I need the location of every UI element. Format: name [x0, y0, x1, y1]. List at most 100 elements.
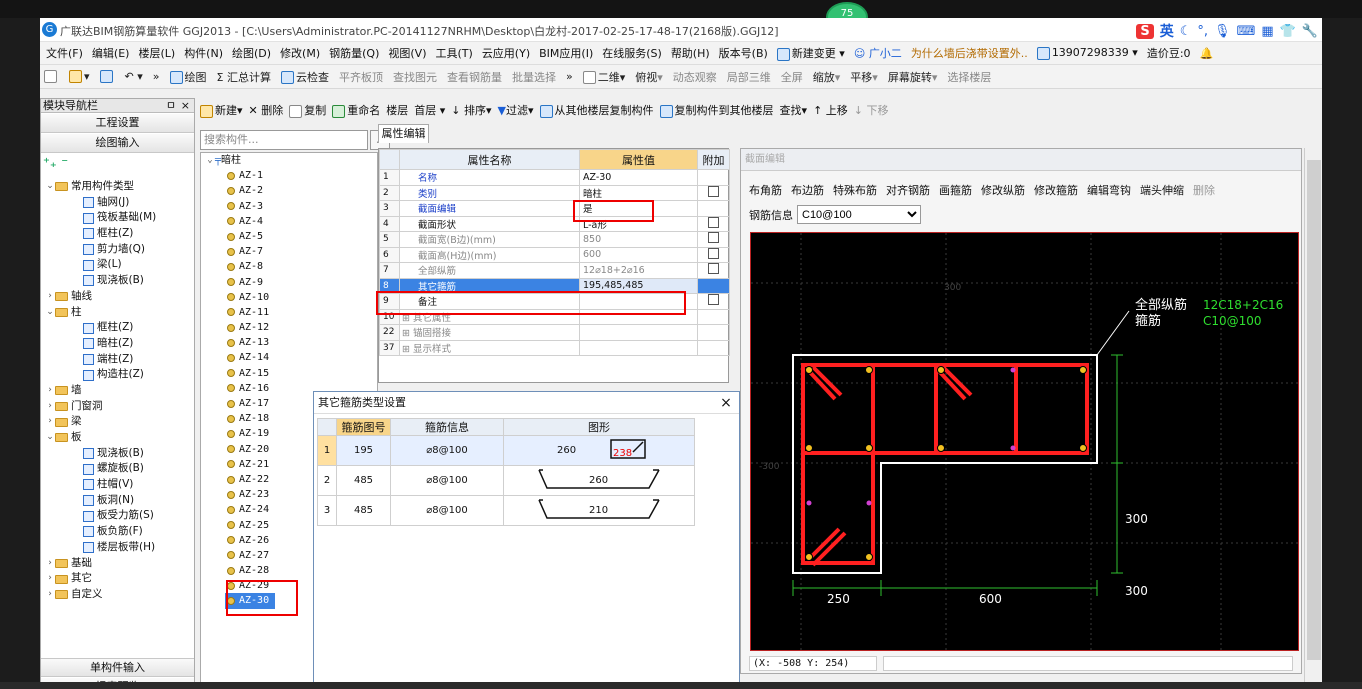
menu-floor[interactable]: 楼层(L): [138, 45, 175, 61]
component-item[interactable]: AZ-13: [201, 335, 377, 350]
menu-draw[interactable]: 绘图(D): [232, 45, 271, 61]
modify-stirrup-button[interactable]: 修改箍筋: [1034, 182, 1078, 198]
rotate-button[interactable]: 屏幕旋转▾: [888, 69, 938, 85]
component-item[interactable]: AZ-2: [201, 183, 377, 198]
menu-bim[interactable]: BIM应用(I): [539, 45, 593, 61]
nav-tree-item[interactable]: › 基础: [45, 556, 193, 572]
menu-version[interactable]: 版本号(B): [719, 45, 768, 61]
expand-icon[interactable]: ›: [45, 556, 55, 572]
modify-long-rebar-button[interactable]: 修改纵筋: [981, 182, 1025, 198]
ime-lang[interactable]: 英: [1160, 21, 1174, 41]
stirrup-code[interactable]: 485: [336, 465, 391, 496]
menu-modify[interactable]: 修改(M): [280, 45, 320, 61]
scroll-thumb[interactable]: [1307, 160, 1321, 660]
draw-stirrup-button[interactable]: 画箍筋: [939, 182, 972, 198]
open-file-icon[interactable]: ▾: [69, 70, 90, 84]
property-value[interactable]: 暗柱: [579, 184, 698, 201]
collapse-icon[interactable]: ⌄: [45, 430, 55, 446]
property-value[interactable]: 600: [579, 246, 698, 263]
extra-checkbox[interactable]: [708, 247, 719, 259]
nav-tree-item[interactable]: 轴网(J): [45, 195, 193, 211]
nav-tree-item[interactable]: 梁(L): [45, 257, 193, 273]
local-3d-button[interactable]: 局部三维: [727, 69, 771, 85]
expand-icon[interactable]: ›: [45, 587, 55, 603]
component-item[interactable]: AZ-10: [201, 290, 377, 305]
draw-input-button[interactable]: 绘图输入: [41, 134, 194, 153]
filter-button[interactable]: ▼过滤▾: [498, 102, 534, 118]
sort-button[interactable]: ↓ 排序▾: [451, 102, 491, 118]
grid-icon[interactable]: ▦: [1261, 24, 1273, 39]
stirrup-info[interactable]: ⌀8@100: [390, 495, 504, 526]
flat-top-button[interactable]: 平齐板顶: [339, 69, 383, 85]
sum-calc-button[interactable]: Σ 汇总计算: [217, 69, 271, 85]
stirrup-figure[interactable]: 210: [503, 495, 695, 526]
nav-tree-item[interactable]: 螺旋板(B): [45, 461, 193, 477]
helper-button[interactable]: ☺ 广小二: [854, 45, 902, 61]
batch-select-button[interactable]: 批量选择: [512, 69, 556, 85]
mic-icon[interactable]: 🎙: [1214, 24, 1231, 39]
component-item[interactable]: AZ-7: [201, 244, 377, 259]
collapse-icon[interactable]: ⌄: [45, 179, 55, 195]
extra-checkbox[interactable]: [708, 216, 719, 228]
bell-icon[interactable]: 🔔: [1200, 47, 1214, 60]
nav-tree-item[interactable]: ⌄ 柱: [45, 305, 193, 321]
nav-tree-item[interactable]: 板负筋(F): [45, 524, 193, 540]
section-canvas[interactable]: 300 -300 300 300 250 600 全部纵筋 12C18+2C16…: [750, 232, 1299, 651]
draw-button[interactable]: 绘图: [169, 69, 207, 85]
move-up-button[interactable]: ↑ 上移: [813, 102, 848, 118]
end-stretch-button[interactable]: 端头伸缩: [1140, 182, 1184, 198]
copy-to-floor-button[interactable]: 复制构件到其他楼层: [659, 102, 774, 118]
nav-tree-item[interactable]: 框柱(Z): [45, 320, 193, 336]
property-value[interactable]: AZ-30: [579, 169, 698, 186]
rebar-info-select[interactable]: C10@100: [797, 205, 921, 224]
expand-icon[interactable]: ›: [45, 571, 55, 587]
account-button[interactable]: 13907298339 ▾: [1036, 46, 1138, 60]
property-value[interactable]: [579, 324, 698, 341]
menu-file[interactable]: 文件(F): [46, 45, 83, 61]
nav-tree-item[interactable]: 筏板基础(M): [45, 210, 193, 226]
dynamic-view-button[interactable]: 动态观察: [673, 69, 717, 85]
nav-tree-item[interactable]: 现浇板(B): [45, 446, 193, 462]
property-row[interactable]: 5 截面宽(B边)(mm) 850: [379, 231, 730, 248]
nav-tree-item[interactable]: 端柱(Z): [45, 352, 193, 368]
shirt-icon[interactable]: 👕: [1280, 24, 1296, 39]
find-button[interactable]: 查找▾: [780, 102, 808, 118]
rename-button[interactable]: 重命名: [332, 102, 380, 118]
cloud-check-button[interactable]: 云检查: [280, 69, 329, 85]
property-value[interactable]: [579, 339, 698, 356]
component-item[interactable]: AZ-8: [201, 259, 377, 274]
comma-icon[interactable]: °,: [1197, 24, 1208, 39]
stirrup-info[interactable]: ⌀8@100: [390, 465, 504, 496]
expand-icon[interactable]: ›: [45, 383, 55, 399]
nav-tree-item[interactable]: › 其它: [45, 571, 193, 587]
corner-rebar-button[interactable]: 布角筋: [749, 182, 782, 198]
property-row[interactable]: 6 截面高(H边)(mm) 600: [379, 246, 730, 263]
menu-cloud[interactable]: 云应用(Y): [482, 45, 530, 61]
sogou-logo-icon[interactable]: S: [1136, 23, 1154, 39]
stirrup-figure[interactable]: 260 238: [503, 435, 695, 466]
nav-tree-item[interactable]: › 门窗洞: [45, 399, 193, 415]
find-element-button[interactable]: 查找图元: [393, 69, 437, 85]
stirrup-row[interactable]: 3 485 ⌀8@100 210: [317, 495, 695, 526]
delete-button[interactable]: ✕ 删除: [249, 102, 284, 118]
stirrup-code[interactable]: 485: [336, 495, 391, 526]
stirrup-code[interactable]: 195: [336, 435, 391, 466]
menu-help[interactable]: 帮助(H): [671, 45, 710, 61]
close-icon[interactable]: ×: [181, 99, 190, 112]
menu-component[interactable]: 构件(N): [184, 45, 223, 61]
property-value[interactable]: 850: [579, 231, 698, 248]
view-2d-dropdown[interactable]: 二维▾: [582, 69, 625, 85]
nav-tree-item[interactable]: 板受力筋(S): [45, 508, 193, 524]
pan-button[interactable]: 平移▾: [850, 69, 878, 85]
delete-rebar-button[interactable]: 删除: [1193, 182, 1215, 198]
extra-checkbox[interactable]: [708, 294, 719, 306]
save-icon[interactable]: [99, 70, 115, 84]
ime-toolbar[interactable]: S 英 ☾ °, 🎙 ⌨ ▦ 👕 🔧: [1136, 21, 1318, 41]
nav-tree-item[interactable]: 构造柱(Z): [45, 367, 193, 383]
dialog-close-icon[interactable]: ×: [714, 392, 738, 414]
extra-checkbox[interactable]: [708, 232, 719, 244]
property-row[interactable]: 37 ⊞ 显示样式: [379, 339, 730, 356]
menu-edit[interactable]: 编辑(E): [92, 45, 130, 61]
nav-tree-item[interactable]: 楼层板带(H): [45, 540, 193, 556]
view-rebar-button[interactable]: 查看钢筋量: [447, 69, 502, 85]
